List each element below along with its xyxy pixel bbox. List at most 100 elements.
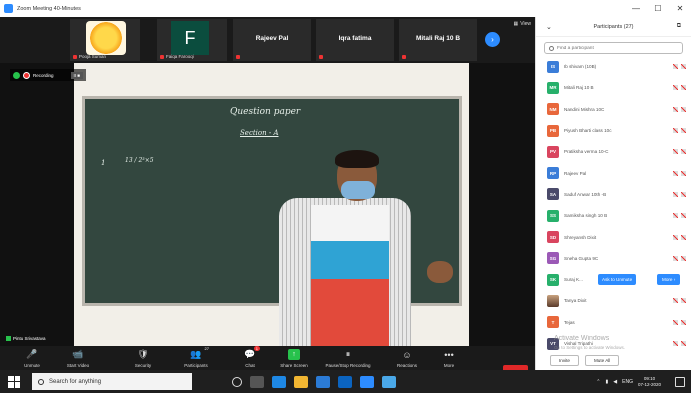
participant-more-button[interactable]: More › [657, 274, 681, 286]
chevron-up-icon[interactable]: ⌃ [596, 379, 600, 385]
clock[interactable]: 09:10 07-12-2020 [638, 376, 661, 388]
activate-windows-watermark: Activate Windows [554, 335, 610, 342]
participant-search-input[interactable] [557, 45, 667, 51]
participant-search[interactable] [544, 42, 683, 54]
participant-row[interactable]: SG Sneha Gupta 9C [536, 248, 691, 269]
video-off-icon [681, 319, 686, 325]
mute-all-button[interactable]: Mute All [584, 355, 620, 366]
network-icon[interactable]: ▮ [606, 379, 609, 385]
mic-muted-icon [673, 341, 678, 346]
windows-taskbar: Search for anything ⌃ ▮ ◀ ENG 09:10 07-1… [0, 370, 691, 393]
recording-controls[interactable]: II ■ [70, 71, 83, 79]
video-off-icon [681, 128, 686, 134]
participant-list: IS Ib shivam (10B) MR Mitali Raj 10 B NM Nand… [536, 56, 691, 354]
active-speaker-video: Question paper Section - A 1 13 / 2³×5 [74, 63, 469, 353]
unmute-button[interactable]: 🎤 Unmute [12, 349, 52, 368]
participants-panel: ⌄ Participants (27) ⧉ IS Ib shivam (10B) M… [535, 17, 691, 370]
security-button[interactable]: 🛡 Security [123, 349, 163, 368]
mic-muted-icon [160, 54, 164, 59]
participant-avatar [547, 294, 559, 307]
participant-row[interactable]: Tanya Dixit [536, 290, 691, 311]
title-bar: Zoom Meeting 40-Minutes — ☐ ✕ [0, 0, 691, 17]
mic-muted-icon [673, 319, 678, 325]
store-icon[interactable] [316, 375, 330, 388]
mic-muted-icon [236, 55, 240, 59]
minimize-button[interactable]: — [625, 0, 647, 17]
photos-icon[interactable] [382, 375, 396, 388]
participant-name: Tanya Dixit [564, 298, 587, 304]
participant-row[interactable]: T Tejas [536, 312, 691, 333]
participant-row[interactable]: SK Suraj K... Ask to Unmute More › [536, 269, 691, 290]
file-explorer-icon[interactable] [294, 375, 308, 388]
share-screen-button[interactable]: ↑ Share Screen [274, 349, 314, 368]
participant-row[interactable]: MR Mitali Raj 10 B [536, 77, 691, 98]
reactions-button[interactable]: ☺ Reactions [387, 349, 427, 369]
participant-count: 27 [204, 346, 209, 351]
thumbnail-iqra[interactable]: Iqra fatima [316, 19, 394, 61]
next-page-button[interactable]: › [485, 32, 500, 47]
view-button[interactable]: ▦ View [514, 21, 531, 27]
more-button[interactable]: ••• More [429, 349, 469, 369]
video-camera-icon: 📹 [72, 349, 84, 359]
start-video-button[interactable]: 📹 Start Video [58, 349, 98, 368]
thumbnail-name: Faiqa Farooqi [166, 54, 194, 59]
participant-row[interactable]: SA Saduf Anwar 10th -B [536, 184, 691, 205]
mic-muted-icon [73, 54, 77, 59]
search-icon [549, 45, 554, 51]
close-button[interactable]: ✕ [669, 0, 691, 17]
participant-name: Sneha Gupta 9C [564, 255, 599, 261]
mic-muted-icon [673, 213, 678, 219]
thumbnail-faiqa[interactable]: F Faiqa Farooqi [157, 19, 227, 61]
participant-row[interactable]: RP Rajeev Pal [536, 162, 691, 183]
more-dots-icon: ••• [444, 349, 454, 360]
edge-icon[interactable] [272, 375, 286, 388]
thumbnail-rajeev[interactable]: Rajeev Pal [233, 19, 311, 61]
task-view-icon[interactable] [250, 375, 264, 388]
participant-row[interactable]: NM Nandini Mishra 10C [536, 99, 691, 120]
taskbar-search[interactable]: Search for anything [32, 373, 192, 390]
participant-name: Saduf Anwar 10th -B [564, 191, 607, 197]
language-indicator[interactable]: ENG [622, 379, 633, 385]
thumbnail-strip: Pooja Suman F Faiqa Farooqi Rajeev Pal I… [0, 17, 535, 63]
participant-name: Samiksha singh 10 B [564, 213, 608, 219]
pop-out-icon[interactable]: ⧉ [677, 23, 681, 30]
thumbnail-name: Mitali Raj 10 B [415, 35, 461, 42]
participant-name: Nandini Mishra 10C [564, 106, 605, 112]
video-off-icon [681, 64, 686, 70]
grid-icon: ▦ [513, 21, 519, 27]
thumbnail-mitali[interactable]: Mitali Raj 10 B [399, 19, 477, 61]
sun-avatar-image [86, 21, 126, 55]
search-icon [38, 378, 44, 385]
ask-to-unmute-button[interactable]: Ask to Unmute [598, 274, 637, 286]
windows-start-icon[interactable] [8, 375, 20, 388]
mic-muted-icon [673, 191, 678, 197]
chat-button[interactable]: 💬 1 Chat [230, 346, 270, 368]
board-question-expression: 13 / 2³×5 [125, 157, 154, 164]
invite-button[interactable]: Invite [550, 355, 579, 366]
mic-muted-icon [673, 64, 678, 70]
participant-row[interactable]: SD Shreyansh Dixit [536, 226, 691, 247]
cortana-icon[interactable] [232, 376, 242, 387]
zoom-taskbar-icon[interactable] [360, 375, 374, 388]
thumbnail-pooja[interactable]: Pooja Suman [70, 19, 140, 61]
mic-muted-icon [673, 170, 678, 176]
participant-row[interactable]: SS Samiksha singh 10 B [536, 205, 691, 226]
participant-row[interactable]: PB Piyush Bharti class 10c [536, 120, 691, 141]
participants-button[interactable]: 👥 27 Participants [176, 346, 216, 368]
mail-icon[interactable] [338, 375, 352, 388]
mic-muted-icon [673, 234, 678, 240]
maximize-button[interactable]: ☐ [647, 0, 669, 17]
collapse-panel-icon[interactable]: ⌄ [546, 23, 552, 31]
volume-icon[interactable]: ◀ [613, 379, 617, 385]
participant-name: Tejas [564, 319, 575, 325]
participant-avatar: SK [547, 273, 559, 286]
participant-avatar: SS [547, 209, 559, 222]
participant-name: Rajeev Pal [564, 170, 587, 176]
video-off-icon [681, 341, 686, 346]
participant-row[interactable]: IS Ib shivam (10B) [536, 56, 691, 77]
shield-icon: 🛡 [137, 349, 149, 359]
pause-stop-recording-button[interactable]: ⏸ Pause/Stop Recording [325, 349, 370, 368]
participant-row[interactable]: PV Pratiksha verma 10-C [536, 141, 691, 162]
notification-icon[interactable] [675, 376, 685, 387]
thumbnail-name: Rajeev Pal [255, 35, 289, 42]
